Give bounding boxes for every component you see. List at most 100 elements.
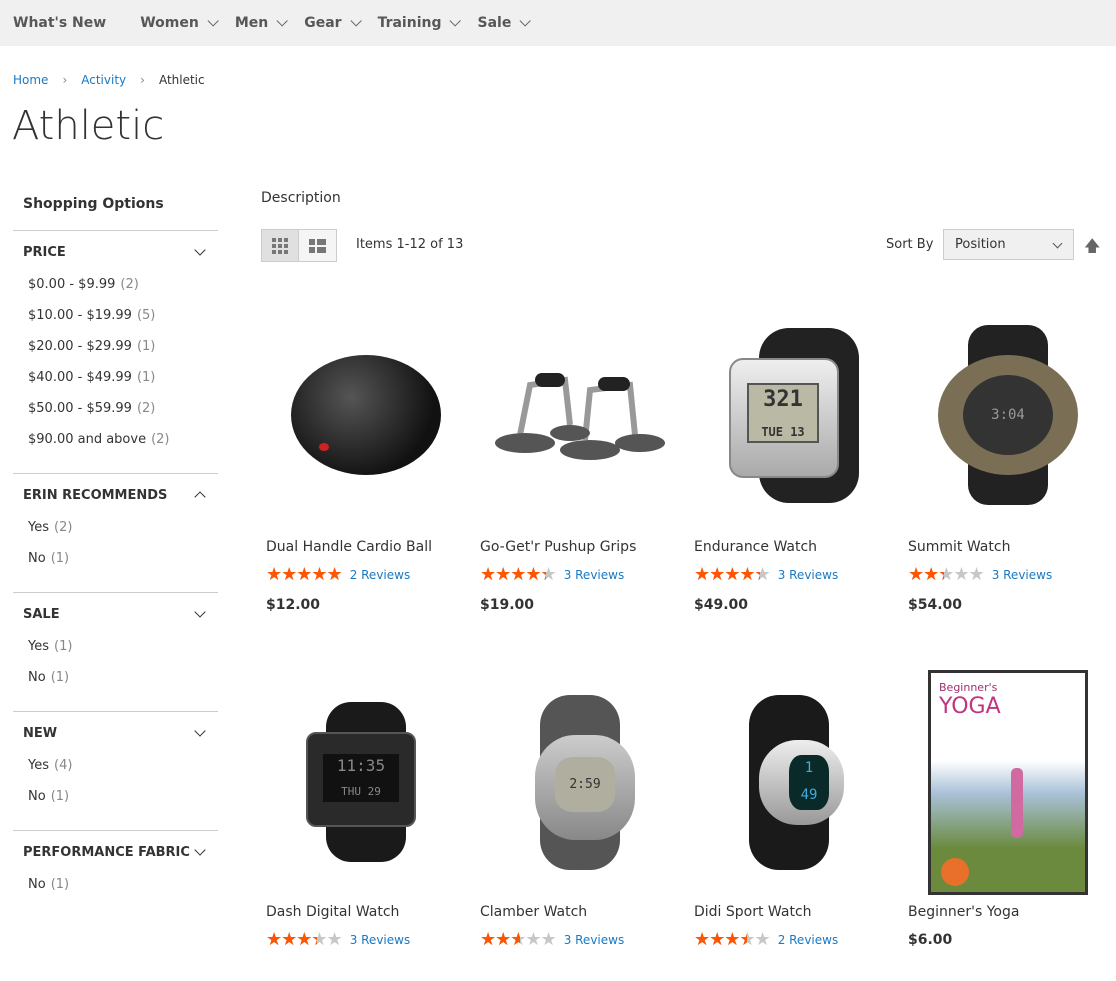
reviews-link[interactable]: 3 Reviews [350,933,411,947]
filter-option-count: (5) [136,308,156,323]
product-price: $54.00 [908,597,963,613]
filter-option-label: Yes [28,758,49,773]
product-rating: ★★★★★★★★★★ 3 Reviews [266,931,475,949]
page-title: Athletic [12,103,165,149]
filter-option-count: (2) [54,520,73,535]
filter-option[interactable]: $40.00 - $49.99 (1) [23,368,208,399]
product-price: $19.00 [480,597,535,613]
chevron-down-icon [194,244,206,256]
list-icon [309,238,326,253]
reviews-link[interactable]: 3 Reviews [992,568,1053,582]
chevron-down-icon [276,15,288,27]
filter-title[interactable]: Price [23,243,208,261]
reviews-link[interactable]: 3 Reviews [564,568,625,582]
grid-view-button[interactable] [261,229,299,262]
filter-option-count: (1) [50,877,70,892]
grid-icon [272,237,288,254]
nav-label: What's New [13,15,107,31]
filter-title[interactable]: New [23,724,208,742]
product-name-link[interactable]: Beginner's Yoga [908,904,1116,924]
nav-gear[interactable]: Gear [304,15,362,31]
filter-option[interactable]: No (1) [23,875,208,906]
product-image[interactable]: Beginner's YOGA [908,657,1108,907]
filter-title[interactable]: Erin Recommends [23,486,208,504]
filter-option[interactable]: Yes (4) [23,756,208,787]
filter-option[interactable]: No (1) [23,668,208,699]
nav-sale[interactable]: Sale [477,15,532,31]
nav-men[interactable]: Men [234,15,288,31]
filter-option[interactable]: $0.00 - $9.99 (2) [23,275,208,306]
product-name-link[interactable]: Dual Handle Cardio Ball [266,539,475,559]
product-image[interactable] [266,300,466,530]
filter-title[interactable]: Sale [23,605,208,623]
filter-option-count: (4) [54,758,73,773]
chevron-down-icon [194,844,206,856]
chevron-right-icon: › [140,73,145,87]
filter-option[interactable]: $10.00 - $19.99 (5) [23,306,208,337]
filter-option-count: (1) [136,370,156,385]
chevron-right-icon: › [62,73,68,87]
product-price: $6.00 [908,932,953,948]
toolbar: Items 1-12 of 13 Sort By Position 🡅 [261,229,1101,262]
sort-by-select[interactable]: Position [943,229,1074,260]
reviews-link[interactable]: 2 Reviews [350,568,411,582]
filter-option-count: (1) [50,670,70,685]
filter-option[interactable]: $50.00 - $59.99 (2) [23,399,208,430]
product-card: 321TUE 13 Endurance Watch ★★★★★★★★★★ 3 Revi… [689,300,903,677]
chevron-down-icon [207,15,219,27]
breadcrumb-home[interactable]: Home [13,73,48,87]
nav-women[interactable]: Women [140,15,219,31]
product-rating: ★★★★★★★★★★ 3 Reviews [694,566,903,584]
rating-stars-icon: ★★★★★★★★★★ [908,564,985,585]
filter-sale: Sale Yes (1) No (1) [13,592,218,711]
filter-name: Erin Recommends [23,487,168,503]
chevron-down-icon [350,15,362,27]
product-name-link[interactable]: Dash Digital Watch [266,904,475,924]
product-name-link[interactable]: Endurance Watch [694,539,903,559]
sort-direction-arrow-up-icon[interactable]: 🡅 [1084,235,1100,262]
reviews-link[interactable]: 3 Reviews [778,568,839,582]
product-image[interactable]: 2:59 [480,657,680,907]
product-name-link[interactable]: Clamber Watch [480,904,689,924]
nav-label: Women [140,15,199,31]
product-card: 2:59Clamber Watch★★★★★★★★★★3 Reviews [475,677,689,977]
category-description: Description [261,190,341,206]
filter-option[interactable]: $90.00 and above (2) [23,430,208,461]
filter-option[interactable]: No (1) [23,787,208,818]
filter-option-label: Yes [28,639,49,654]
filter-option-count: (1) [54,639,73,654]
filter-option-label: No [28,789,46,804]
chevron-down-icon [449,15,462,27]
nav-training[interactable]: Training [378,15,462,31]
breadcrumb-activity[interactable]: Activity [81,73,126,87]
product-name-link[interactable]: Didi Sport Watch [694,904,903,924]
filter-option-count: (2) [136,401,156,416]
filter-title[interactable]: Performance Fabric [23,843,208,861]
reviews-link[interactable]: 3 Reviews [564,933,625,947]
filter-option-label: $20.00 - $29.99 [28,339,132,354]
reviews-link[interactable]: 2 Reviews [778,933,839,947]
rating-stars-icon: ★★★★★★★★★★ [480,929,557,950]
filter-performance-fabric: Performance Fabric No (1) [13,830,218,918]
filter-option-label: $0.00 - $9.99 [28,277,116,292]
product-name-link[interactable]: Go-Get'r Pushup Grips [480,539,689,559]
product-image[interactable]: 11:35 THU 29 [266,657,466,907]
product-image[interactable]: 1 49 [694,657,894,907]
product-name-link[interactable]: Summit Watch [908,539,1116,559]
list-view-button[interactable] [299,229,337,262]
product-image[interactable] [480,300,680,530]
filter-option[interactable]: Yes (1) [23,637,208,668]
toolbar-amount: Items 1-12 of 13 [356,237,464,252]
product-grid: Dual Handle Cardio Ball ★★★★★ ★★★★★ 2 Revie… [261,300,1116,977]
nav-whats-new[interactable]: What's New [13,15,106,31]
rating-stars-icon: ★★★★★★★★★★ [266,564,343,585]
filter-option-label: $90.00 and above [28,432,147,447]
product-rating: ★★★★★★★★★★ 2 Reviews [694,931,903,949]
filter-option[interactable]: Yes (2) [23,518,208,549]
product-image[interactable]: 3:04 [908,300,1108,530]
nav-label: Men [234,15,269,31]
filter-option[interactable]: $20.00 - $29.99 (1) [23,337,208,368]
product-image[interactable]: 321 TUE 13 [694,300,894,530]
filter-option[interactable]: No (1) [23,549,208,580]
breadcrumb-current: Athletic [158,73,205,87]
